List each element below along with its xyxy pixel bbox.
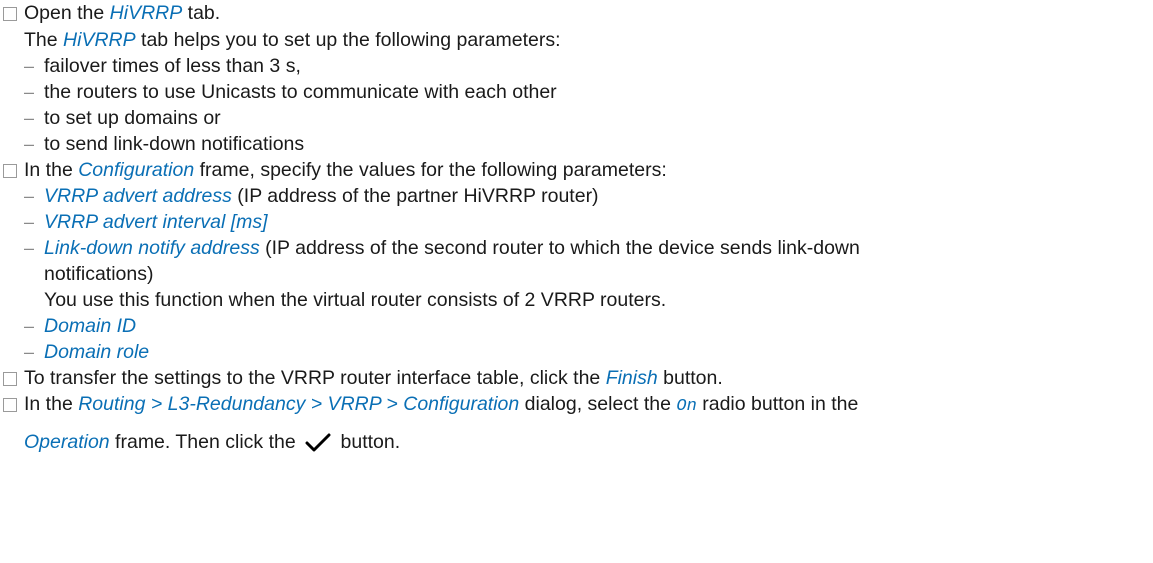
dash-marker: –	[24, 186, 35, 206]
list-item: failover times of less than 3 s,	[44, 55, 301, 77]
step-4-text-mid: dialog, select the	[519, 393, 677, 415]
desc-text: The	[24, 29, 64, 51]
param-desc: (IP address of the partner HiVRRP router…	[231, 185, 599, 207]
step-4-text: In the	[24, 393, 79, 415]
list-item: to set up domains or	[44, 107, 221, 129]
dash-marker: –	[24, 342, 35, 362]
ui-ref-finish: Finish	[605, 367, 658, 389]
step-2-text-end: frame, specify the values for the follow…	[194, 159, 667, 181]
ui-ref-hivrrp: HiVRRP	[109, 2, 183, 24]
step-3: To transfer the settings to the VRRP rou…	[24, 366, 723, 390]
step-4-text-end: radio button in the	[696, 393, 859, 415]
step-4: In the Routing > L3-Redundancy > VRRP > …	[24, 392, 858, 419]
dash-marker: –	[24, 82, 35, 102]
ui-ref-vrrp-advert-address: VRRP advert address	[44, 185, 232, 207]
ui-ref-operation: Operation	[24, 431, 110, 453]
step-1-description: The HiVRRP tab helps you to set up the f…	[24, 28, 561, 52]
checkmark-icon	[305, 433, 331, 452]
step-3-text-end: button.	[657, 367, 723, 389]
param-note: You use this function when the virtual r…	[44, 289, 667, 311]
list-item: the routers to use Unicasts to communica…	[44, 81, 557, 103]
dash-marker: –	[24, 108, 35, 128]
param-item: Domain role	[44, 340, 149, 364]
list-item: to send link-down notifications	[44, 133, 305, 155]
ui-ref-on-radio: On	[676, 397, 697, 416]
step-2: In the Configuration frame, specify the …	[24, 158, 667, 182]
dash-marker: –	[24, 212, 35, 232]
ui-ref-hivrrp-2: HiVRRP	[63, 29, 136, 51]
checkbox-icon	[3, 164, 17, 178]
param-item: Domain ID	[44, 314, 136, 338]
ui-ref-vrrp-configuration-path: Routing > L3-Redundancy > VRRP > Configu…	[78, 393, 520, 415]
ui-ref-vrrp-advert-interval: VRRP advert interval [ms]	[44, 211, 268, 233]
dash-marker: –	[24, 316, 35, 336]
param-item: VRRP advert interval [ms]	[44, 210, 268, 234]
checkbox-icon	[3, 398, 17, 412]
step-2-text: In the	[24, 159, 79, 181]
param-continuation: notifications)	[44, 263, 154, 285]
param-item: VRRP advert address (IP address of the p…	[44, 184, 599, 208]
step-4-continuation: Operation frame. Then click the button.	[24, 430, 400, 454]
step-1-text-end: tab.	[182, 2, 221, 24]
step-1: Open the HiVRRP tab.	[24, 1, 220, 25]
desc-text-end: tab helps you to set up the following pa…	[135, 29, 561, 51]
dash-marker: –	[24, 134, 35, 154]
step-3-text: To transfer the settings to the VRRP rou…	[24, 367, 606, 389]
ui-ref-domain-id: Domain ID	[44, 315, 137, 337]
document: Open the HiVRRP tab. The HiVRRP tab help…	[0, 0, 1153, 563]
ui-ref-configuration: Configuration	[78, 159, 195, 181]
ui-ref-link-down-notify-address: Link-down notify address	[44, 237, 260, 259]
checkbox-icon	[3, 372, 17, 386]
step-4-text-2: frame. Then click the	[109, 431, 302, 453]
step-1-text: Open the	[24, 2, 110, 24]
param-item: Link-down notify address (IP address of …	[44, 236, 860, 260]
checkbox-icon	[3, 7, 17, 21]
ui-ref-domain-role: Domain role	[44, 341, 150, 363]
step-4-text-2-end: button.	[335, 431, 401, 453]
param-desc: (IP address of the second router to whic…	[259, 237, 860, 259]
dash-marker: –	[24, 56, 35, 76]
dash-marker: –	[24, 238, 35, 258]
